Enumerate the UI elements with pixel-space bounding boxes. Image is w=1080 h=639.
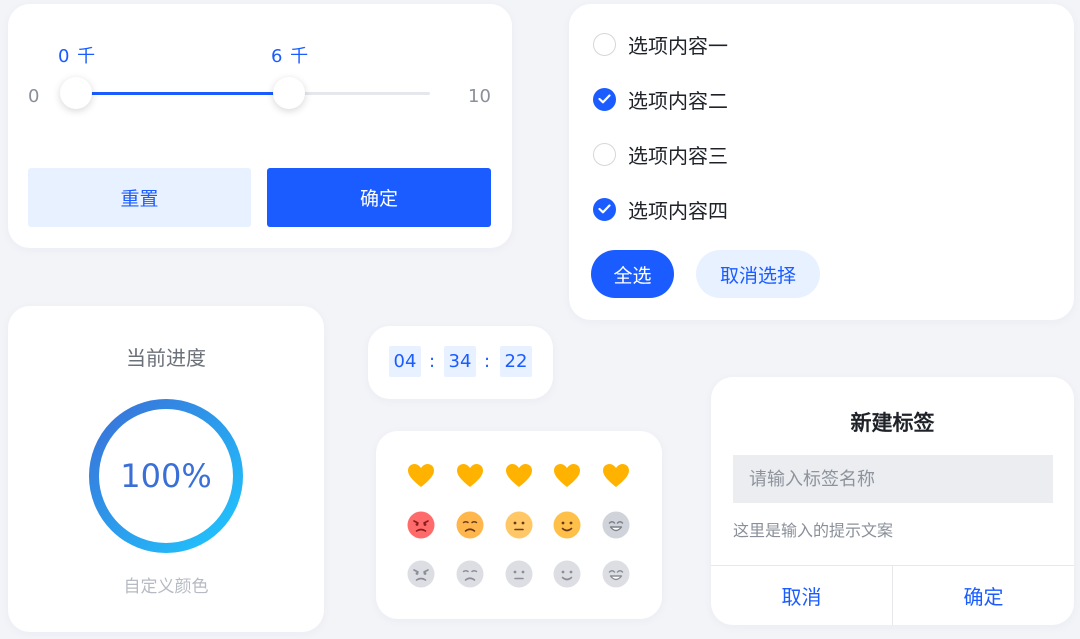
checkbox-checked-icon[interactable] [593,197,616,221]
progress-value: 100% [120,457,212,495]
slider-max-label: 10 [468,86,491,107]
tag-name-input[interactable] [733,455,1053,503]
countdown-card: 04 : 34 : 22 [368,326,553,399]
checkbox-circle-icon[interactable] [593,142,616,166]
heart-icon[interactable] [455,461,485,491]
dialog-hint-text: 这里是输入的提示文案 [733,521,894,540]
slider-low-value-label: 0 千 [58,46,97,67]
sad-face-icon[interactable] [455,559,485,589]
checkbox-label: 选项内容二 [628,88,728,113]
check-icon [598,204,611,214]
heart-icon[interactable] [406,461,436,491]
slider-high-handle[interactable] [273,77,305,109]
sad-face-icon[interactable] [455,510,485,540]
checkbox-option-1[interactable]: 选项内容一 [593,29,728,59]
heart-icon[interactable] [552,461,582,491]
checkbox-checked-icon[interactable] [593,87,616,111]
checkbox-label: 选项内容三 [628,143,728,168]
checkbox-label: 选项内容四 [628,198,728,223]
timer-seconds: 22 [500,346,532,377]
checkbox-option-3[interactable]: 选项内容三 [593,139,728,169]
heart-icon[interactable] [601,461,631,491]
dialog-confirm-button[interactable]: 确定 [892,566,1074,625]
deselect-all-button[interactable]: 取消选择 [696,250,820,298]
timer-separator: : [428,351,436,372]
neutral-face-icon[interactable] [504,510,534,540]
confirm-button[interactable]: 确定 [267,168,491,227]
slider-track[interactable] [76,92,430,95]
checkbox-option-2[interactable]: 选项内容二 [593,84,728,114]
slider-low-handle[interactable] [60,77,92,109]
dialog-title: 新建标签 [850,411,935,435]
angry-face-icon[interactable] [406,510,436,540]
timer-separator: : [483,351,491,372]
select-all-button[interactable]: 全选 [591,250,674,298]
progress-title: 当前进度 [126,346,206,370]
timer-hours: 04 [389,346,421,377]
grin-face-icon[interactable] [601,559,631,589]
dialog-cancel-button[interactable]: 取消 [711,566,892,625]
new-tag-dialog: 新建标签 这里是输入的提示文案 取消 确定 [711,377,1074,625]
timer-minutes: 34 [444,346,476,377]
reset-button[interactable]: 重置 [28,168,251,227]
dialog-footer: 取消 确定 [711,565,1074,625]
slider-track-fill [76,92,289,95]
neutral-face-icon[interactable] [504,559,534,589]
check-icon [598,94,611,104]
smile-face-icon[interactable] [552,559,582,589]
progress-card: 当前进度 100% 自定义颜色 [8,306,324,632]
rating-card [376,431,662,619]
checkbox-circle-icon[interactable] [593,32,616,56]
checkbox-label: 选项内容一 [628,33,728,58]
heart-icon[interactable] [504,461,534,491]
progress-caption: 自定义颜色 [123,577,209,597]
slider-min-label: 0 [28,86,40,107]
slider-high-value-label: 6 千 [271,46,310,67]
checkbox-group-card: 选项内容一 选项内容二 选项内容三 选项内容四 全选 取消选择 [569,4,1074,320]
grin-face-icon[interactable] [601,510,631,540]
smile-face-icon[interactable] [552,510,582,540]
angry-face-icon[interactable] [406,559,436,589]
checkbox-option-4[interactable]: 选项内容四 [593,194,728,224]
range-slider-card: 0 千 6 千 0 10 重置 确定 [8,4,512,248]
